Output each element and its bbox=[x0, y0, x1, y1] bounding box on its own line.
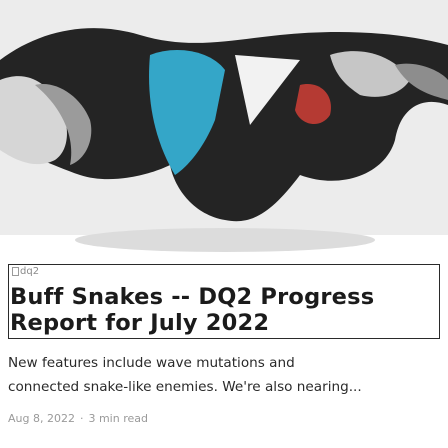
excerpt-line-1: New features include wave mutations and bbox=[8, 355, 295, 371]
excerpt-line-2: connected snake-like enemies. We're also… bbox=[8, 379, 362, 395]
read-time: 3 min read bbox=[88, 412, 148, 425]
post-date: Aug 8, 2022 bbox=[8, 412, 75, 425]
post-excerpt[interactable]: New features include wave mutations and … bbox=[8, 351, 436, 399]
ground-shadow bbox=[75, 228, 375, 252]
broken-image-placeholder: dq2 bbox=[12, 266, 39, 277]
broken-image-icon bbox=[12, 267, 19, 276]
post-title[interactable]: Buff Snakes -- DQ2 Progress Report for J… bbox=[10, 284, 440, 336]
meta-separator: · bbox=[79, 412, 84, 425]
post-title-box[interactable]: dq2 Buff Snakes -- DQ2 Progress Report f… bbox=[8, 264, 440, 339]
image-alt-text: dq2 bbox=[20, 266, 40, 277]
hero-image[interactable] bbox=[0, 0, 448, 256]
post-card[interactable]: dq2 Buff Snakes -- DQ2 Progress Report f… bbox=[0, 0, 448, 448]
snake-artwork bbox=[0, 0, 448, 252]
post-meta: Aug 8, 2022 · 3 min read bbox=[8, 412, 148, 425]
